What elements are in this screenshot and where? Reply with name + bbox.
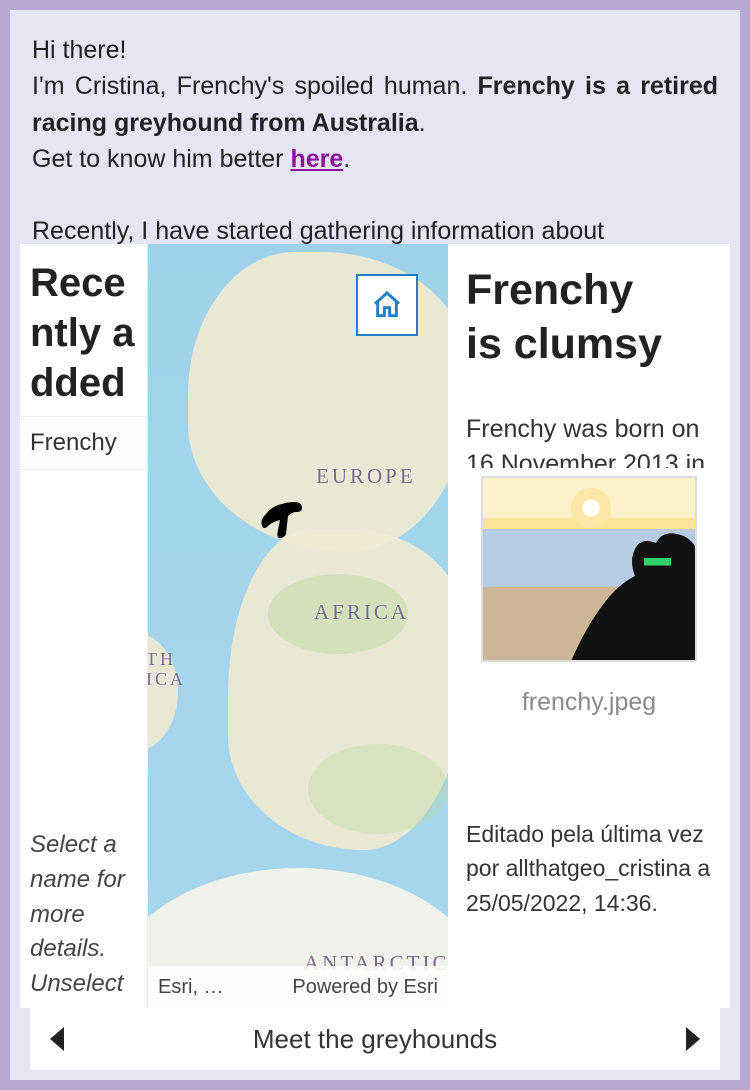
main-panel: Recently added Frenchy Select a name for… bbox=[20, 244, 730, 1008]
title-line-b: is clumsy bbox=[466, 320, 662, 368]
intro-line2a: I'm Cristina, Frenchy's spoiled human. bbox=[32, 72, 478, 100]
map-marker[interactable] bbox=[258, 496, 304, 538]
dog-silhouette bbox=[551, 516, 697, 662]
attribution-right[interactable]: Powered by Esri bbox=[292, 976, 438, 999]
attribution-left[interactable]: Esri, … bbox=[158, 976, 224, 999]
sa-b: ICA bbox=[148, 669, 186, 689]
map-label-sa: TH ICA bbox=[148, 650, 186, 690]
here-link[interactable]: here bbox=[290, 145, 343, 173]
sa-a: TH bbox=[148, 649, 176, 669]
attachment-filename: frenchy.jpeg bbox=[522, 688, 656, 717]
nav-next-button[interactable] bbox=[686, 1027, 700, 1051]
right-title: Frenchy is clumsy bbox=[466, 264, 712, 372]
intro-greeting: Hi there! bbox=[32, 36, 126, 64]
story-nav: Meet the greyhounds bbox=[30, 1008, 720, 1070]
attachment: frenchy.jpeg bbox=[466, 476, 712, 717]
intro-line3a: Get to know him better bbox=[32, 145, 290, 173]
left-title: Recently added bbox=[20, 244, 147, 416]
left-hint: Select a name for more details. Unselect bbox=[30, 828, 137, 1008]
story-section-title: Meet the greyhounds bbox=[253, 1024, 497, 1055]
veg-africa-2 bbox=[308, 744, 448, 834]
intro-line3b: . bbox=[343, 145, 350, 173]
greyhound-icon bbox=[258, 496, 304, 538]
story-card: Hi there! I'm Cristina, Frenchy's spoile… bbox=[10, 10, 740, 1080]
attachment-thumbnail[interactable] bbox=[481, 476, 697, 662]
map-label-africa: AFRICA bbox=[314, 600, 409, 625]
left-panel: Recently added Frenchy Select a name for… bbox=[20, 244, 148, 1008]
recent-list: Frenchy bbox=[20, 416, 147, 470]
right-body: Frenchy was born on 16 November 2013 in bbox=[466, 412, 712, 468]
nav-prev-button[interactable] bbox=[50, 1027, 64, 1051]
intro-line4: Recently, I have started gathering infor… bbox=[32, 217, 604, 244]
map-label-europe: EUROPE bbox=[316, 464, 416, 489]
right-panel: Frenchy is clumsy Frenchy was born on 16… bbox=[448, 244, 730, 1008]
title-line-a: Frenchy bbox=[466, 266, 633, 314]
list-item[interactable]: Frenchy bbox=[20, 417, 147, 470]
map-attribution: Esri, … Powered by Esri bbox=[148, 966, 448, 1008]
map-panel[interactable]: EUROPE AFRICA ANTARCTIC TH ICA Esri, … bbox=[148, 244, 448, 1008]
edit-info: Editado pela última vez por allthatgeo_c… bbox=[466, 817, 712, 921]
home-icon bbox=[371, 289, 403, 321]
intro-line2b: . bbox=[419, 109, 426, 137]
intro-text: Hi there! I'm Cristina, Frenchy's spoile… bbox=[10, 10, 740, 244]
map-home-button[interactable] bbox=[356, 274, 418, 336]
